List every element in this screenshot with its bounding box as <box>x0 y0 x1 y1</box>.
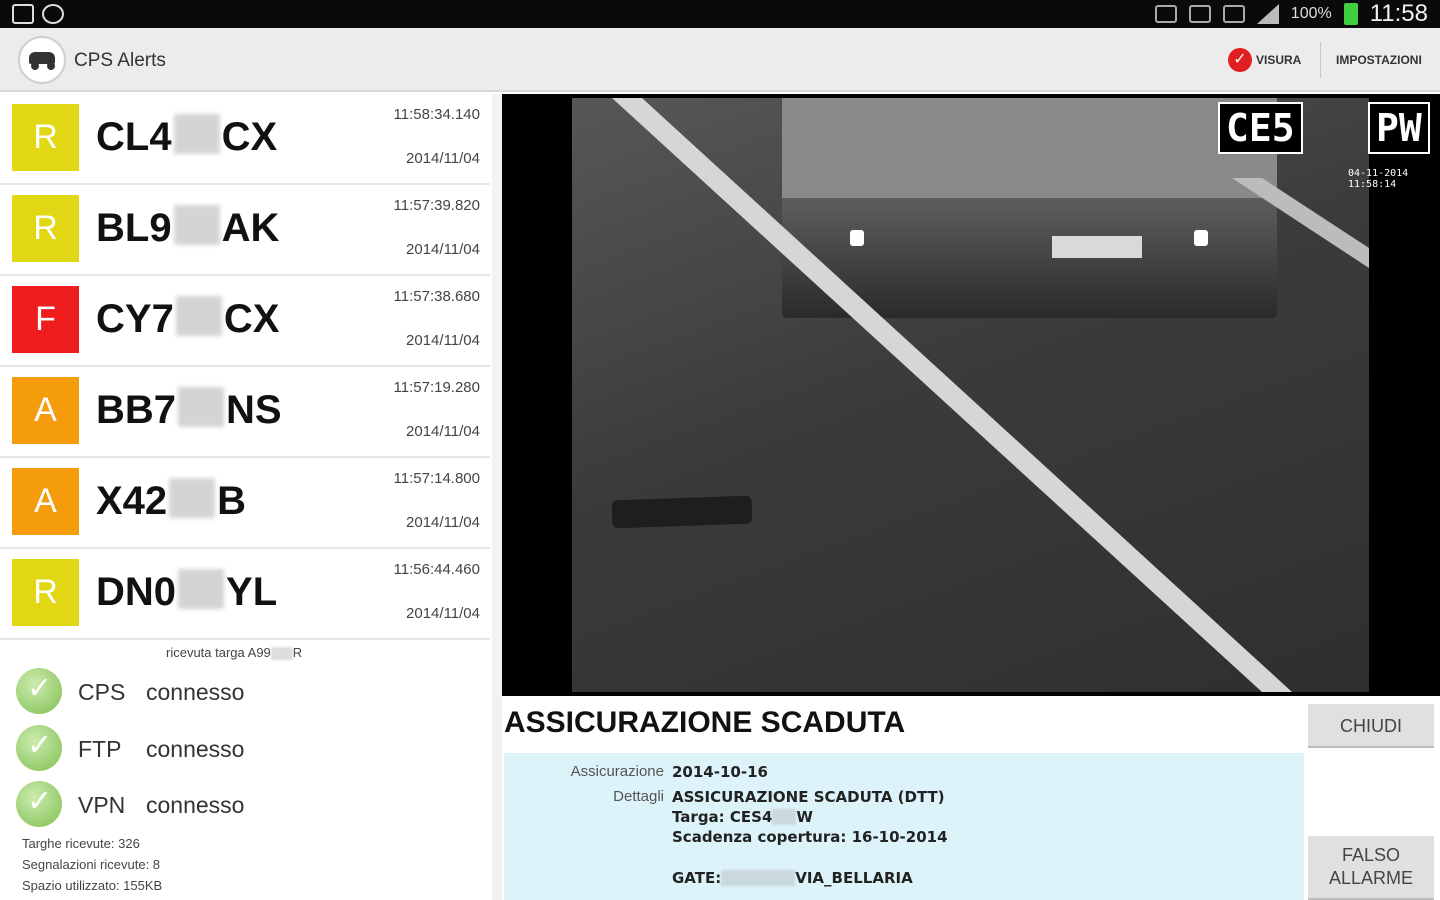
car-logo-icon[interactable] <box>18 36 66 84</box>
connection-state: connesso <box>146 792 245 818</box>
connected-check-icon <box>16 781 62 827</box>
visura-button[interactable]: ✓ VISURA <box>1228 46 1301 74</box>
connected-check-icon <box>16 668 62 714</box>
assicurazione-value: 2014-10-16 <box>672 763 768 781</box>
wifi-icon <box>1222 5 1245 23</box>
stat-alerts-received: Segnalazioni ricevute: 8 <box>22 857 161 872</box>
alert-row[interactable]: A BB7 NS 11:57:19.280 2014/11/04 <box>0 367 490 458</box>
redacted-plate-digits <box>772 809 797 825</box>
connected-check-icon <box>16 725 62 771</box>
redacted-plate-digits <box>178 569 225 609</box>
scadenza-value: Scadenza copertura: 16-10-2014 <box>672 828 948 846</box>
alert-date: 2014/11/04 <box>406 423 480 440</box>
plate-number: CL4 CX <box>96 114 278 159</box>
alert-time: 11:58:34.140 <box>393 106 480 123</box>
stat-space-used: Spazio utilizzato: 155KB <box>22 878 163 893</box>
redacted-plate-digits <box>173 114 220 154</box>
alert-date: 2014/11/04 <box>406 150 480 167</box>
alert-type-badge: R <box>12 195 79 262</box>
connection-ftp: FTP connesso <box>16 725 476 773</box>
alert-row[interactable]: A X42 B 11:57:14.800 2014/11/04 <box>0 458 490 549</box>
close-button[interactable]: CHIUDI <box>1308 704 1434 748</box>
alert-time: 11:57:39.820 <box>393 197 480 214</box>
connection-cps: CPS connesso <box>16 668 476 716</box>
plate-number: CY7 CX <box>96 296 280 341</box>
alert-time: 11:57:14.800 <box>393 470 480 487</box>
alert-date: 2014/11/04 <box>406 605 480 622</box>
plate-number: X42 B <box>96 478 247 523</box>
alert-date: 2014/11/04 <box>406 241 480 258</box>
alert-type-badge: A <box>12 377 79 444</box>
alert-time: 11:56:44.460 <box>393 561 480 578</box>
plate-number: BB7 NS <box>96 387 282 432</box>
alert-row[interactable]: R DN0 YL 11:56:44.460 2014/11/04 <box>0 549 490 640</box>
visura-check-icon: ✓ <box>1228 48 1252 72</box>
alert-date: 2014/11/04 <box>406 514 480 531</box>
alert-row[interactable]: R BL9 AK 11:57:39.820 2014/11/04 <box>0 185 490 276</box>
camera-timestamp: 04-11-2014 11:58:14 <box>1348 168 1409 190</box>
plate-number: BL9 AK <box>96 205 280 250</box>
alert-type-badge: R <box>12 559 79 626</box>
clock: 11:58 <box>1369 0 1428 27</box>
action-bar: CPS Alerts ✓ VISURA IMPOSTAZIONI <box>0 28 1440 92</box>
false-alarm-button[interactable]: FALSO ALLARME <box>1308 836 1434 900</box>
mute-icon <box>1188 5 1211 23</box>
assicurazione-label: Assicurazione <box>570 763 664 780</box>
redacted-plate-digits <box>175 296 222 336</box>
alert-type-badge: R <box>12 104 79 171</box>
panel-divider <box>492 94 502 900</box>
redacted-plate-digits <box>178 387 225 427</box>
redacted-plate-digits <box>173 205 220 245</box>
redacted-gate-id <box>721 870 796 886</box>
dettagli-label: Dettagli <box>613 788 664 805</box>
ocr-plate-left: CE5 <box>1218 102 1303 154</box>
visura-label: VISURA <box>1256 53 1302 67</box>
alert-time: 11:57:38.680 <box>393 288 480 305</box>
camera-image <box>572 98 1369 692</box>
battery-icon <box>1343 3 1358 25</box>
connection-state: connesso <box>146 736 245 762</box>
connection-name: CPS <box>78 679 126 705</box>
alert-time: 11:57:19.280 <box>393 379 480 396</box>
gate-value: GATE: VIA_BELLARIA <box>672 869 913 887</box>
alert-list: R CL4 CX 11:58:34.140 2014/11/04 R BL9 AK … <box>0 94 492 640</box>
alarm-icon <box>1154 5 1177 23</box>
stat-plates-received: Targhe ricevute: 326 <box>22 836 140 851</box>
alert-type-badge: F <box>12 286 79 353</box>
redacted-plate-digits <box>169 478 216 518</box>
connection-name: VPN <box>78 792 126 818</box>
connection-state: connesso <box>146 679 245 705</box>
redacted-plate-digits <box>270 647 293 660</box>
ocr-plate-right: PW <box>1368 102 1430 154</box>
connection-status-panel: ricevuta targa A99R CPS connesso FTP con… <box>0 640 492 900</box>
app-title: CPS Alerts <box>74 50 166 71</box>
lane-marking <box>612 98 1369 692</box>
dettagli-value: ASSICURAZIONE SCADUTA (DTT) <box>672 788 945 806</box>
impostazioni-button[interactable]: IMPOSTAZIONI <box>1336 53 1422 67</box>
alert-title: ASSICURAZIONE SCADUTA <box>504 706 906 739</box>
camera-snapshot[interactable]: CE5 PW 04-11-2014 11:58:14 <box>502 94 1440 696</box>
connection-name: FTP <box>78 736 122 762</box>
plate-number: DN0 YL <box>96 569 278 614</box>
gallery-notification-icon <box>12 4 34 24</box>
last-received-plate: ricevuta targa A99 R <box>166 645 303 660</box>
alert-type-badge: A <box>12 468 79 535</box>
app-notification-icon <box>42 4 64 24</box>
alert-row[interactable]: R CL4 CX 11:58:34.140 2014/11/04 <box>0 94 490 185</box>
system-status-bar: 100% 11:58 <box>0 0 1440 28</box>
battery-percent: 100% <box>1290 5 1332 22</box>
alert-row[interactable]: F CY7 CX 11:57:38.680 2014/11/04 <box>0 276 490 367</box>
targa-value: Targa: CES4 W <box>672 808 813 826</box>
alert-detail-panel: Assicurazione 2014-10-16 Dettagli ASSICU… <box>504 753 1304 900</box>
connection-vpn: VPN connesso <box>16 781 476 829</box>
alert-date: 2014/11/04 <box>406 332 480 349</box>
action-bar-divider <box>1320 42 1321 78</box>
signal-icon <box>1256 4 1279 24</box>
